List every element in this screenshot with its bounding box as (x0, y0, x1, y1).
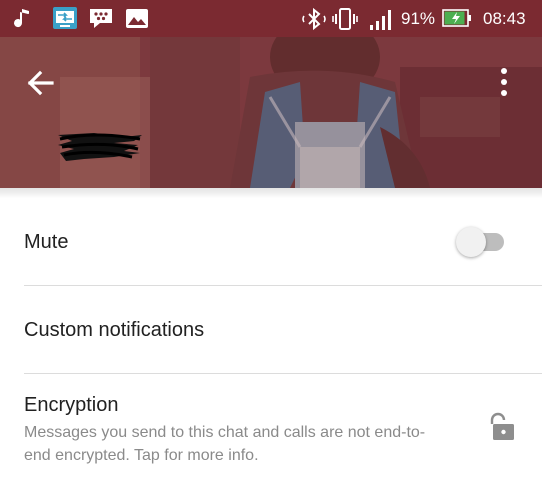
arrow-left-icon (27, 70, 54, 96)
music-note-icon (14, 9, 29, 28)
battery-percent: 91% (401, 9, 436, 28)
clock: 08:43 (483, 9, 526, 28)
contact-photo-header[interactable] (0, 37, 542, 188)
contact-name-redacted (58, 133, 142, 161)
unlocked-padlock-icon (490, 412, 514, 440)
more-options-button[interactable] (491, 64, 517, 100)
encryption-description: Messages you send to this chat and calls… (24, 424, 426, 464)
encryption-row[interactable]: Encryption Messages you send to this cha… (0, 374, 542, 479)
screen-cast-icon (53, 7, 77, 29)
header-shadow (0, 188, 542, 198)
status-bar: 91% 08:43 (0, 0, 542, 37)
mute-toggle-thumb (456, 227, 486, 257)
contact-info-screen: 91% 08:43 Mute Custom notifications Encr… (0, 0, 542, 479)
back-button[interactable] (22, 65, 58, 101)
custom-notifications-row[interactable]: Custom notifications (0, 286, 542, 373)
encryption-label: Encryption (24, 394, 119, 416)
battery-charging-icon (442, 9, 471, 27)
gallery-icon (126, 9, 148, 28)
bluetooth-icon (302, 7, 326, 31)
contact-photo (0, 37, 542, 188)
more-vertical-icon (501, 68, 507, 96)
custom-notifications-label: Custom notifications (24, 319, 205, 341)
mute-label: Mute (24, 231, 69, 253)
vibrate-icon (332, 8, 358, 30)
mute-toggle[interactable] (456, 227, 508, 257)
bbm-chat-icon (90, 9, 112, 28)
signal-icon (370, 10, 391, 30)
